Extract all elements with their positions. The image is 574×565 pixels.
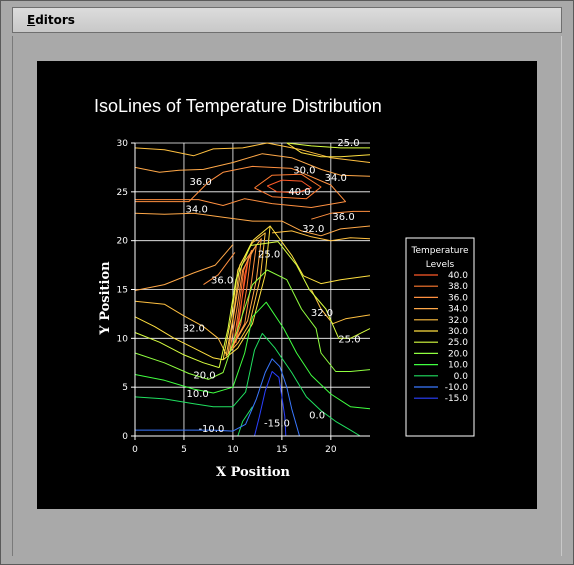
y-tick-label: 20: [117, 237, 129, 247]
y-tick-label: 5: [122, 383, 128, 393]
contour-line: [134, 269, 371, 380]
legend-level-label: 30.0: [448, 327, 468, 337]
y-axis-label: Y Position: [98, 261, 113, 336]
y-tick-label: 15: [117, 286, 128, 296]
contour-label: 32.0: [302, 224, 324, 235]
contour-label: 40.0: [288, 187, 310, 198]
contour-label: 10.0: [187, 389, 209, 400]
y-tick-label: 0: [122, 432, 128, 442]
chart-title: IsoLines of Temperature Distribution: [94, 96, 382, 116]
legend-subtitle: Levels: [426, 260, 455, 270]
legend-level-label: 38.0: [448, 282, 468, 292]
x-tick-label: 10: [227, 445, 239, 455]
menu-rest: ditors: [35, 13, 75, 27]
legend-level-label: -15.0: [445, 394, 469, 404]
contour-label: 25.0: [338, 334, 360, 345]
contour-labels: 25.0 30.0 34.0 36.0 40.0 34.0 36.0 32.0 25.0 36.0…: [183, 138, 361, 435]
contour-label: -10.0: [198, 424, 224, 435]
contour-label: 25.0: [258, 249, 280, 260]
y-tick-label: 25: [117, 188, 128, 198]
y-tick-label: 10: [117, 334, 129, 344]
contour-label: 34.0: [325, 173, 347, 184]
legend: Temperature Levels 40.038.036.0 34.032.03…: [405, 237, 475, 437]
mnemonic-letter: E: [27, 13, 36, 27]
contour-label: 32.0: [183, 324, 205, 335]
contour-line: [134, 300, 227, 355]
legend-level-label: 10.0: [448, 361, 468, 371]
contour-label: 34.0: [186, 204, 208, 215]
legend-level-label: 25.0: [448, 338, 468, 348]
plot-panel: IsoLines of Temperature Distribution 25.…: [37, 61, 537, 509]
contour-label: 30.0: [293, 165, 315, 176]
x-tick-label: 0: [132, 445, 138, 455]
contour-label: 36.0: [211, 276, 233, 287]
x-tick-label: 20: [325, 445, 337, 455]
contour-label: 20.0: [193, 370, 215, 381]
legend-level-label: 40.0: [448, 271, 468, 281]
contour-line: [134, 301, 371, 410]
menu-editors[interactable]: Editors: [27, 13, 75, 27]
x-tick-label: 15: [276, 445, 287, 455]
legend-level-label: 0.0: [454, 372, 469, 382]
legend-level-label: 32.0: [448, 316, 468, 326]
contour-label: 0.0: [309, 410, 325, 421]
legend-title: Temperature: [410, 246, 468, 256]
contour-label: 25.0: [337, 138, 359, 149]
legend-level-label: 20.0: [448, 349, 468, 359]
grid: [134, 142, 370, 437]
x-axis-label: X Position: [216, 465, 291, 480]
legend-level-label: 36.0: [448, 293, 468, 303]
contour-label: 36.0: [332, 212, 354, 223]
menu-bar: Editors: [12, 7, 562, 33]
contour-label: 36.0: [189, 177, 211, 188]
legend-level-label: 34.0: [448, 305, 468, 315]
x-tick-label: 5: [181, 445, 187, 455]
contour-line: [134, 332, 220, 369]
contour-line: [237, 406, 253, 437]
legend-level-label: -10.0: [445, 383, 469, 393]
contour-label: -15.0: [264, 418, 290, 429]
contour-plot: IsoLines of Temperature Distribution 25.…: [94, 96, 475, 480]
contour-label: 32.0: [311, 308, 333, 319]
y-tick-label: 30: [117, 139, 129, 149]
contour-line: [134, 142, 371, 163]
